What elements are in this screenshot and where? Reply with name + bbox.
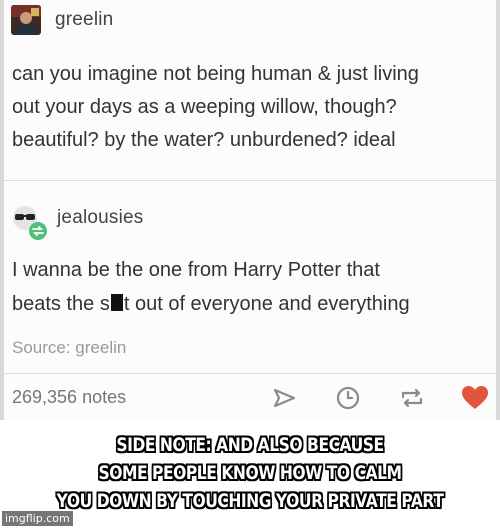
tumblr-post: greelin can you imagine not being human …	[0, 0, 500, 420]
right-border	[496, 0, 500, 420]
caption-line-1: SIDE NOTE: AND ALSO BECAUSE	[116, 434, 384, 456]
footer-divider	[0, 373, 500, 374]
source-link[interactable]: Source: greelin	[12, 338, 126, 358]
censor-block	[110, 294, 123, 311]
reblog-text-line-2-end: t out of everyone and everything	[123, 293, 410, 315]
jealousies-avatar[interactable]	[11, 204, 47, 240]
reblog-text-line-2-start: beats the s	[12, 293, 110, 315]
caption-line-3: YOU DOWN BY TOUCHING YOUR PRIVATE PART	[56, 490, 444, 512]
reblog-text-line-1: I wanna be the one from Harry Potter tha…	[12, 259, 380, 281]
imgflip-watermark: imgflip.com	[2, 511, 73, 526]
op-text-line-3: beautiful? by the water? unburdened? ide…	[12, 129, 396, 151]
reblog-divider	[0, 180, 500, 181]
op-username[interactable]: greelin	[55, 9, 113, 31]
heart-icon[interactable]	[460, 384, 488, 412]
reblog-text-line-2: beats the s t out of everyone and everyth…	[12, 288, 410, 321]
notes-count[interactable]: 269,356 notes	[12, 387, 126, 408]
clock-icon[interactable]	[334, 384, 362, 412]
reblog-username[interactable]: jealousies	[57, 207, 144, 229]
op-text-line-1: can you imagine not being human & just l…	[12, 63, 419, 85]
left-border	[0, 0, 4, 420]
greelin-avatar[interactable]	[11, 5, 41, 35]
op-text-line-2: out your days as a weeping willow, thoug…	[12, 96, 397, 118]
caption-line-2: SOME PEOPLE KNOW HOW TO CALM	[98, 462, 402, 484]
reblog-icon[interactable]	[398, 384, 426, 412]
share-icon[interactable]	[270, 384, 298, 412]
